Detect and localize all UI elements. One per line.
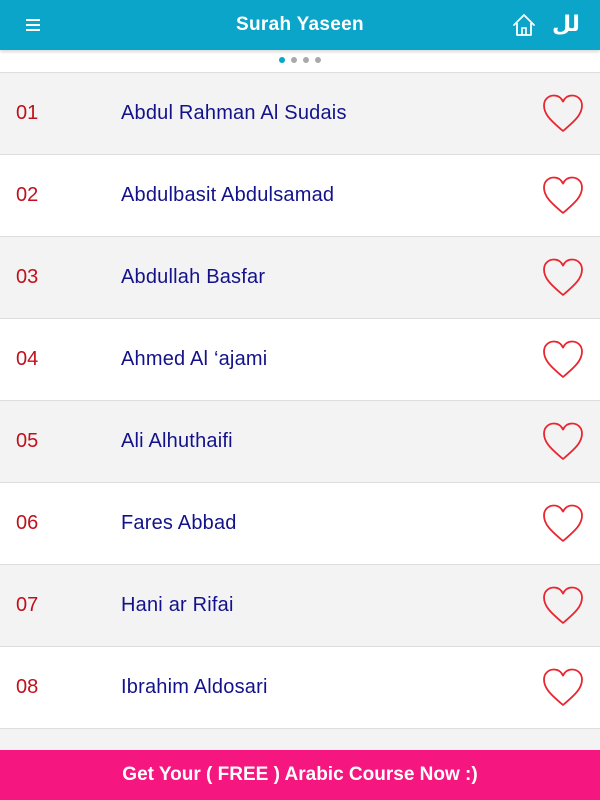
- page-dot[interactable]: [303, 57, 309, 63]
- reciter-name: Hani ar Rifai: [121, 594, 234, 616]
- heart-outline-icon[interactable]: [540, 502, 586, 546]
- reciter-name: Ibrahim Aldosari: [121, 676, 268, 698]
- reciter-name: Abdul Rahman Al Sudais: [121, 102, 347, 124]
- reciter-row[interactable]: 06 Fares Abbad: [0, 483, 600, 565]
- page-dot[interactable]: [291, 57, 297, 63]
- reciter-row[interactable]: 05 Ali Alhuthaifi: [0, 401, 600, 483]
- reciter-row[interactable]: [0, 729, 600, 751]
- heart-outline-icon[interactable]: [540, 92, 586, 136]
- reciter-number: 08: [16, 676, 39, 698]
- heart-outline-icon[interactable]: [540, 174, 586, 218]
- app-header: Surah Yaseen لل: [0, 0, 600, 50]
- reciter-number: 02: [16, 184, 39, 206]
- reciter-number: 05: [16, 430, 39, 452]
- reciter-number: 07: [16, 594, 39, 616]
- heart-outline-icon[interactable]: [540, 584, 586, 628]
- reciter-name: Abdulbasit Abdulsamad: [121, 184, 335, 206]
- reciter-name: Abdullah Basfar: [121, 266, 266, 288]
- home-icon[interactable]: [511, 12, 537, 38]
- page-dot[interactable]: [279, 57, 285, 63]
- reciter-row[interactable]: 04 Ahmed Al ‘ajami: [0, 319, 600, 401]
- reciter-name: Ahmed Al ‘ajami: [121, 348, 268, 370]
- heart-outline-icon[interactable]: [540, 338, 586, 382]
- page-indicator: [0, 57, 600, 65]
- reciter-row[interactable]: 08 Ibrahim Aldosari: [0, 647, 600, 729]
- heart-outline-icon[interactable]: [540, 256, 586, 300]
- reciter-row[interactable]: 02 Abdulbasit Abdulsamad: [0, 155, 600, 237]
- reciter-row[interactable]: 01 Abdul Rahman Al Sudais: [0, 73, 600, 155]
- reciter-list: 01 Abdul Rahman Al Sudais 02 Abdulbasit Abd…: [0, 72, 600, 751]
- reciter-number: 04: [16, 348, 39, 370]
- reciter-number: 01: [16, 102, 39, 124]
- page-title: Surah Yaseen: [236, 14, 364, 35]
- heart-outline-icon[interactable]: [540, 420, 586, 464]
- reciter-row[interactable]: 07 Hani ar Rifai: [0, 565, 600, 647]
- heart-outline-icon[interactable]: [540, 666, 586, 710]
- reciter-name: Ali Alhuthaifi: [121, 430, 233, 452]
- reciter-name: Fares Abbad: [121, 512, 237, 534]
- reciter-row[interactable]: 03 Abdullah Basfar: [0, 237, 600, 319]
- promo-banner[interactable]: Get Your ( FREE ) Arabic Course Now :): [0, 750, 600, 800]
- language-toggle-button[interactable]: لل: [550, 8, 582, 42]
- reciter-number: 06: [16, 512, 39, 534]
- reciter-number: 03: [16, 266, 39, 288]
- page-dot[interactable]: [315, 57, 321, 63]
